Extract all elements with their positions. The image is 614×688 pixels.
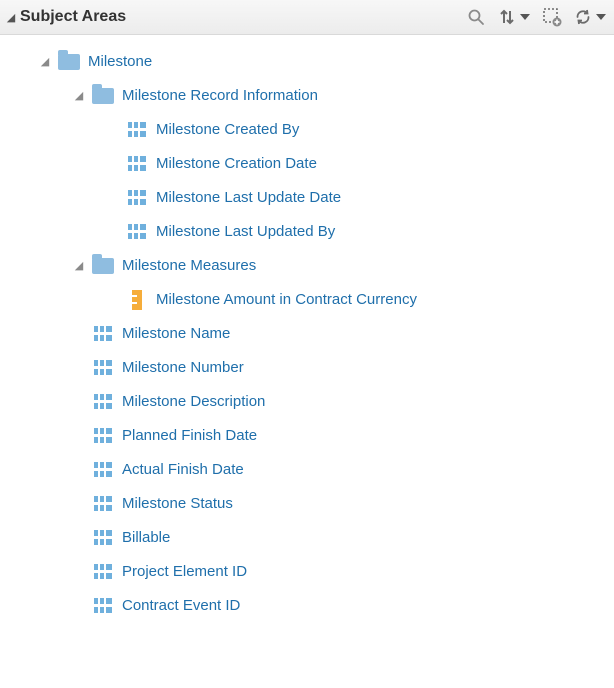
tree-item-label: Milestone Last Update Date <box>156 181 341 215</box>
sort-button[interactable] <box>498 8 530 26</box>
attribute-icon <box>126 223 148 241</box>
tree-item-label: Milestone Creation Date <box>156 147 317 181</box>
attribute-icon <box>92 393 114 411</box>
tree-attr-name[interactable]: ◢ Milestone Name <box>4 317 610 351</box>
tree-attr-number[interactable]: ◢ Milestone Number <box>4 351 610 385</box>
tree-item-label: Contract Event ID <box>122 589 240 623</box>
tree-item-label: Milestone Description <box>122 385 265 419</box>
tree-attr-description[interactable]: ◢ Milestone Description <box>4 385 610 419</box>
tree-attr-project-element-id[interactable]: ◢ Project Element ID <box>4 555 610 589</box>
tree-item-label: Milestone Status <box>122 487 233 521</box>
add-selection-icon[interactable] <box>540 5 564 29</box>
panel-collapse-toggle[interactable]: ◢ <box>4 11 18 24</box>
tree-folder-record-info[interactable]: ◢ Milestone Record Information <box>4 79 610 113</box>
tree-attr-creation-date[interactable]: ◢ Milestone Creation Date <box>4 147 610 181</box>
subject-areas-panel: ◢ Subject Areas <box>0 0 614 633</box>
attribute-icon <box>92 529 114 547</box>
tree-item-label: Planned Finish Date <box>122 419 257 453</box>
attribute-icon <box>92 325 114 343</box>
chevron-down-icon <box>596 14 606 20</box>
tree-attr-actual-finish[interactable]: ◢ Actual Finish Date <box>4 453 610 487</box>
attribute-icon <box>92 427 114 445</box>
attribute-icon <box>126 189 148 207</box>
attribute-icon <box>92 563 114 581</box>
expand-toggle[interactable]: ◢ <box>38 45 52 79</box>
panel-header: ◢ Subject Areas <box>0 0 614 35</box>
tree-item-label: Milestone Number <box>122 351 244 385</box>
measure-icon <box>126 291 148 309</box>
attribute-icon <box>92 597 114 615</box>
attribute-icon <box>92 495 114 513</box>
tree-attr-billable[interactable]: ◢ Billable <box>4 521 610 555</box>
search-icon[interactable] <box>464 5 488 29</box>
tree-item-label: Milestone Name <box>122 317 230 351</box>
chevron-down-icon <box>520 14 530 20</box>
attribute-icon <box>92 461 114 479</box>
attribute-icon <box>126 155 148 173</box>
attribute-icon <box>126 121 148 139</box>
tree-item-label: Milestone Last Updated By <box>156 215 335 249</box>
tree-item-label: Milestone Record Information <box>122 79 318 113</box>
tree-item-label: Milestone Measures <box>122 249 256 283</box>
tree-item-label: Milestone Amount in Contract Currency <box>156 283 417 317</box>
tree-item-label: Milestone Created By <box>156 113 299 147</box>
folder-icon <box>92 87 114 105</box>
tree-item-label: Actual Finish Date <box>122 453 244 487</box>
folder-icon <box>58 53 80 71</box>
expand-toggle[interactable]: ◢ <box>72 249 86 283</box>
tree-attr-last-updated-by[interactable]: ◢ Milestone Last Updated By <box>4 215 610 249</box>
tree-attr-planned-finish[interactable]: ◢ Planned Finish Date <box>4 419 610 453</box>
tree-folder-milestone[interactable]: ◢ Milestone <box>4 45 610 79</box>
tree-attr-status[interactable]: ◢ Milestone Status <box>4 487 610 521</box>
tree-item-label: Project Element ID <box>122 555 247 589</box>
refresh-button[interactable] <box>574 8 606 26</box>
tree-attr-contract-event-id[interactable]: ◢ Contract Event ID <box>4 589 610 623</box>
tree-folder-measures[interactable]: ◢ Milestone Measures <box>4 249 610 283</box>
attribute-icon <box>92 359 114 377</box>
panel-title: Subject Areas <box>20 8 126 26</box>
folder-icon <box>92 257 114 275</box>
tree-item-label: Milestone <box>88 45 152 79</box>
tree-attr-created-by[interactable]: ◢ Milestone Created By <box>4 113 610 147</box>
tree-measure-amount[interactable]: ◢ Milestone Amount in Contract Currency <box>4 283 610 317</box>
tree-item-label: Billable <box>122 521 170 555</box>
tree-attr-last-update-date[interactable]: ◢ Milestone Last Update Date <box>4 181 610 215</box>
expand-toggle[interactable]: ◢ <box>72 79 86 113</box>
subject-areas-tree: ◢ Milestone ◢ Milestone Record Informati… <box>0 35 614 633</box>
